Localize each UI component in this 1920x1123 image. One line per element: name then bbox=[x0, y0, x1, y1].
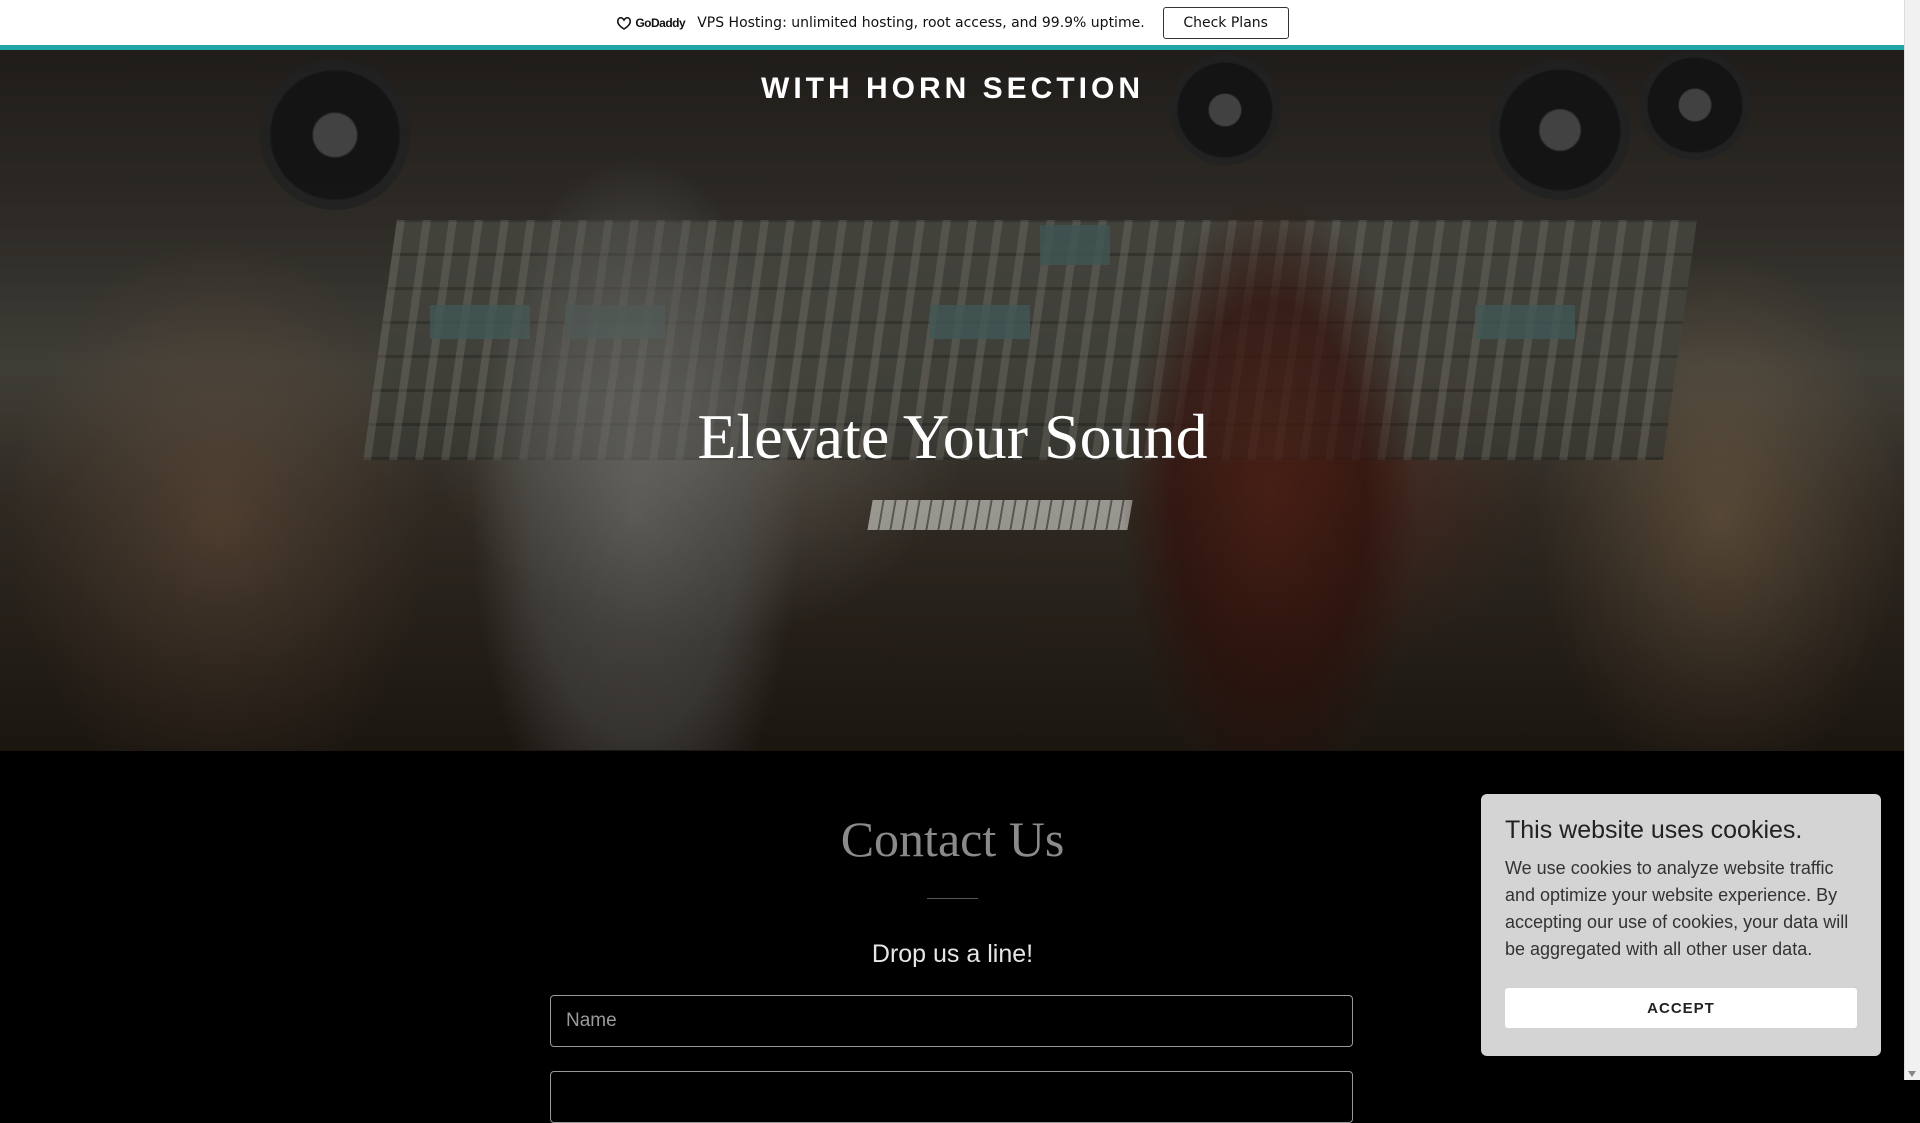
promo-bar: GoDaddy VPS Hosting: unlimited hosting, … bbox=[0, 0, 1905, 50]
godaddy-logo-icon bbox=[617, 16, 632, 30]
hero-section: WITH HORN SECTION Elevate Your Sound bbox=[0, 50, 1905, 751]
godaddy-logo-text: GoDaddy bbox=[635, 15, 686, 30]
hero-title: Elevate Your Sound bbox=[697, 401, 1208, 472]
name-field[interactable] bbox=[550, 995, 1353, 1047]
check-plans-button[interactable]: Check Plans bbox=[1162, 6, 1289, 39]
page-scrollbar[interactable] bbox=[1904, 0, 1920, 1080]
cookie-banner-title: This website uses cookies. bbox=[1505, 816, 1803, 844]
scroll-down-arrow-icon[interactable] bbox=[1908, 1071, 1916, 1077]
cookie-banner-text: We use cookies to analyze website traffi… bbox=[1505, 858, 1849, 959]
next-form-field[interactable] bbox=[550, 1071, 1353, 1123]
godaddy-logo[interactable]: GoDaddy bbox=[616, 15, 686, 30]
site-name[interactable]: WITH HORN SECTION bbox=[0, 72, 1905, 106]
cookie-banner: This website uses cookies. We use cookie… bbox=[1481, 794, 1881, 1056]
promo-message: VPS Hosting: unlimited hosting, root acc… bbox=[697, 14, 1145, 31]
section-divider bbox=[927, 898, 978, 899]
accept-cookies-button[interactable]: ACCEPT bbox=[1505, 988, 1857, 1028]
